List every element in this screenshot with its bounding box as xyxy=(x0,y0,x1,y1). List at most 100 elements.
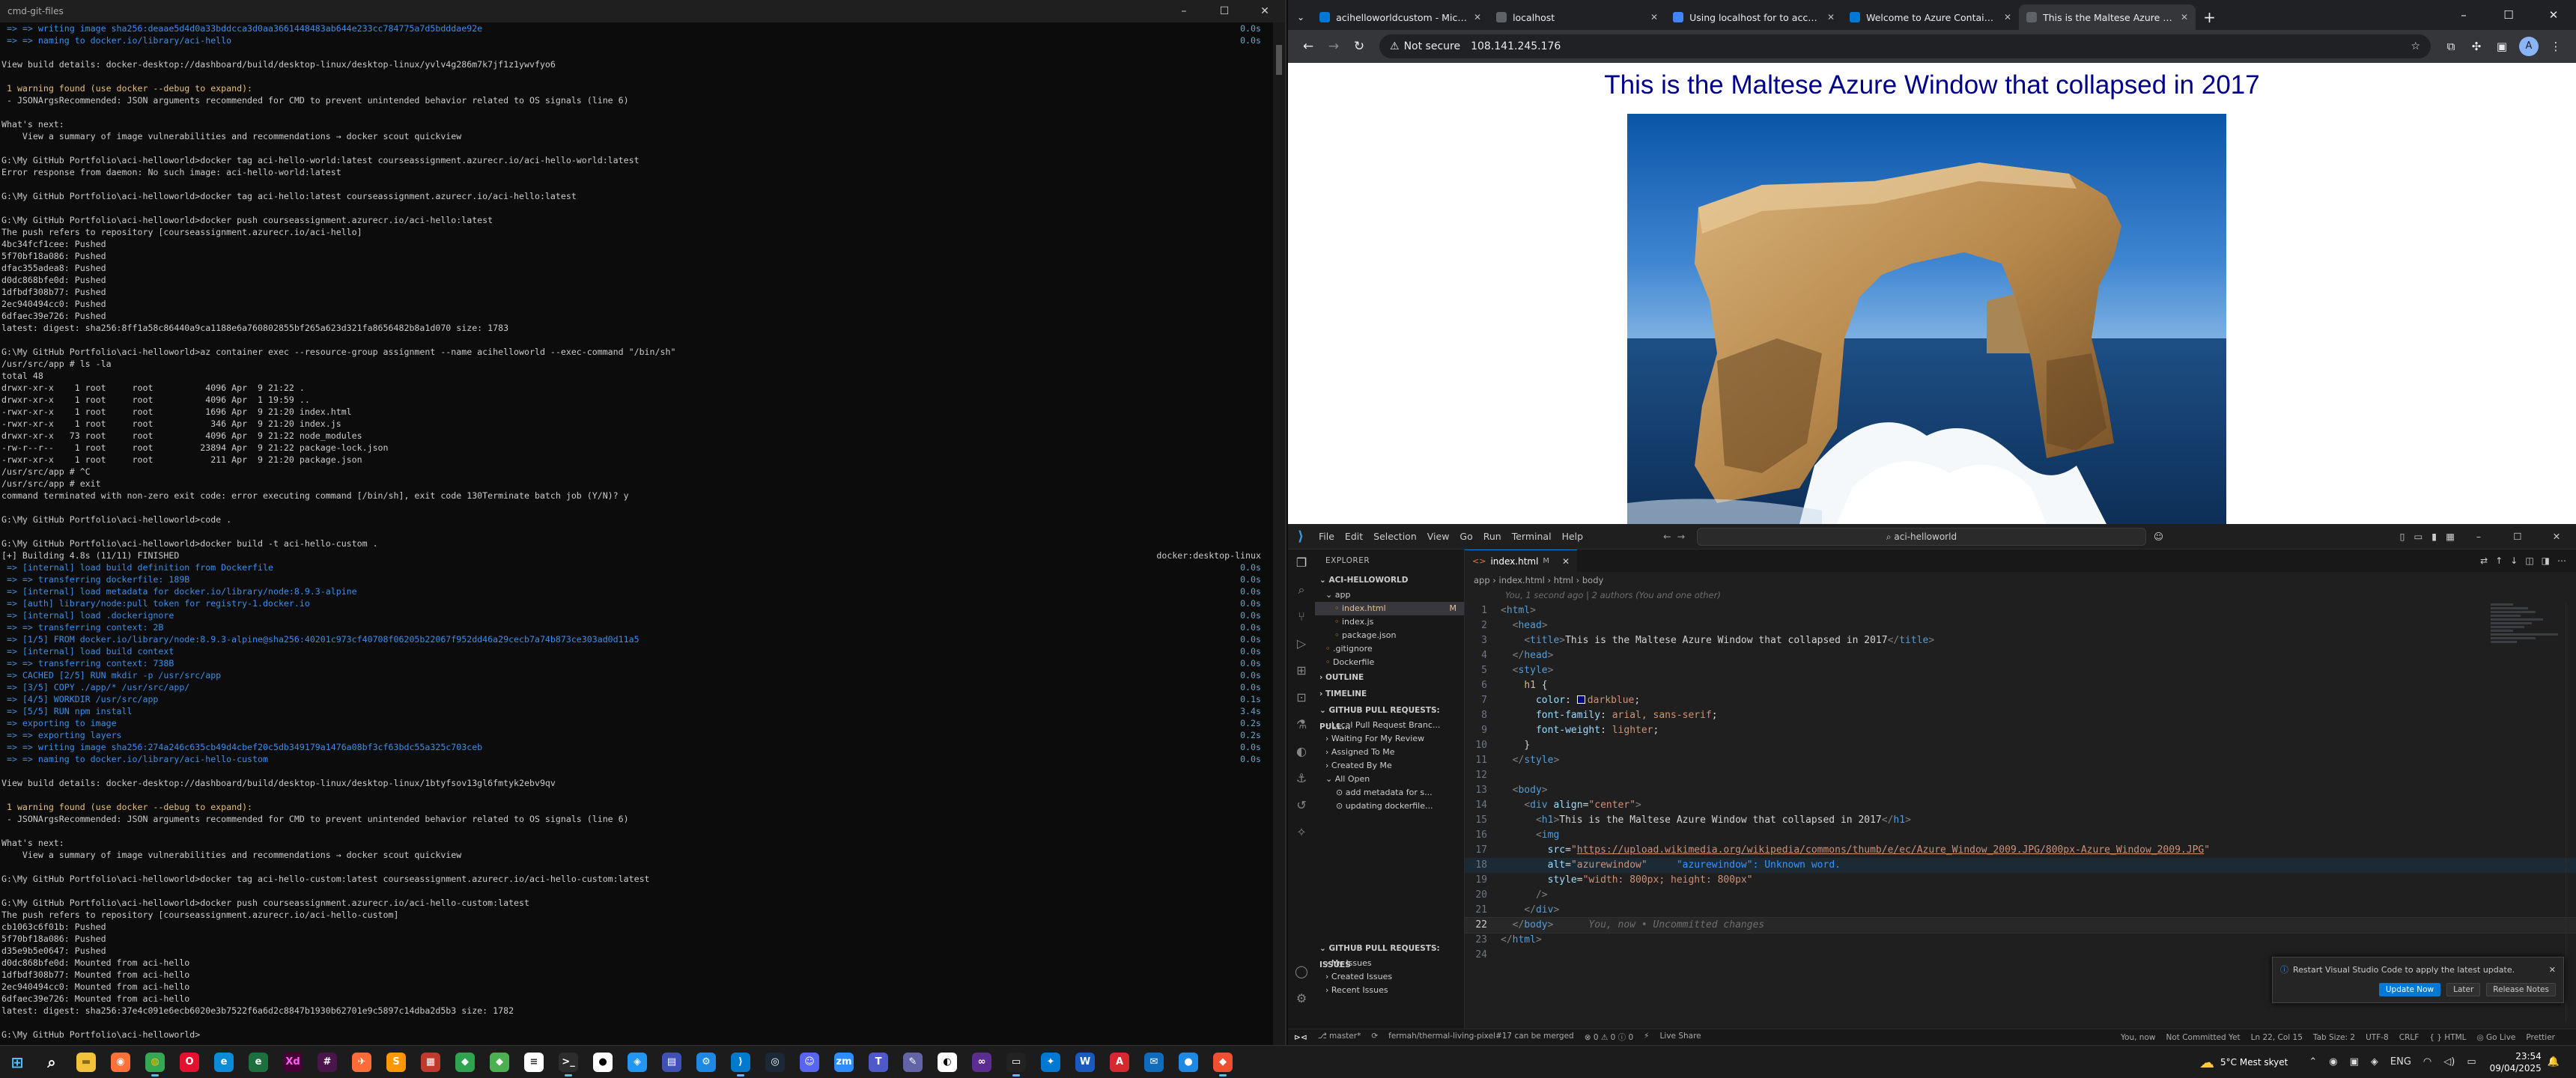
taskbar-photos[interactable]: ◈ xyxy=(620,1047,654,1077)
taskbar-tool-5[interactable]: ● xyxy=(1171,1047,1206,1077)
code-line[interactable]: 9 font-weight: lighter; xyxy=(1465,723,2576,738)
code-line[interactable]: 7 color: darkblue; xyxy=(1465,693,2576,708)
file-tree-item[interactable]: ◦ .gitignore xyxy=(1315,642,1464,656)
code-line[interactable]: 2 <head> xyxy=(1465,618,2576,633)
search-icon[interactable]: ⌕ xyxy=(1288,576,1315,603)
taskbar-xd[interactable]: Xd xyxy=(276,1047,310,1077)
file-tree-item[interactable]: ◦ index.js xyxy=(1315,615,1464,629)
browser-tab[interactable]: Using localhost for to access m ✕ xyxy=(1665,4,1842,30)
status-item[interactable]: You, now xyxy=(2121,1033,2155,1042)
open-changes-icon[interactable]: ◫ xyxy=(2525,555,2533,566)
code-line[interactable]: 16 <img xyxy=(1465,828,2576,843)
taskbar-azure-data[interactable]: ✦ xyxy=(1033,1047,1068,1077)
minimize-icon[interactable]: – xyxy=(2464,531,2494,542)
reload-icon[interactable]: ↻ xyxy=(1346,39,1372,54)
taskbar-notepad[interactable]: ≡ xyxy=(517,1047,551,1077)
status-item[interactable]: Tab Size: 2 xyxy=(2313,1033,2355,1042)
menu-icon[interactable]: ⋮ xyxy=(2543,40,2569,53)
status-item[interactable]: { } HTML xyxy=(2429,1033,2466,1042)
vscode-window[interactable]: ⟩ File Edit Selection View Go Run Terminal Help… xyxy=(1288,524,2576,1045)
release-notes-button[interactable]: Release Notes xyxy=(2486,983,2556,996)
command-center-search[interactable]: ⌕ aci-helloworld xyxy=(1696,527,2146,546)
taskbar-word[interactable]: W xyxy=(1068,1047,1102,1077)
menu-item-edit[interactable]: Edit xyxy=(1345,531,1363,542)
clock[interactable]: 23:54 09/04/2025 xyxy=(2490,1050,2542,1074)
not-secure-label[interactable]: Not secure xyxy=(1404,40,1461,52)
editor-scrollbar[interactable] xyxy=(2566,603,2576,1023)
pr-list-item[interactable]: ⌄ All Open xyxy=(1315,773,1464,786)
code-line[interactable]: 6 h1 { xyxy=(1465,678,2576,693)
taskbar-mail[interactable]: ● xyxy=(586,1047,620,1077)
taskbar-chrome[interactable]: ◍ xyxy=(138,1047,172,1077)
breadcrumb[interactable]: app › index.html › html › body xyxy=(1465,572,2576,588)
sidebar-toggle-icon[interactable]: ▮ xyxy=(2431,531,2437,542)
taskbar-opera[interactable]: O xyxy=(172,1047,207,1077)
chevron-up-icon[interactable]: ⌃ xyxy=(2309,1056,2317,1068)
remote-indicator-icon[interactable]: ⊳⊲ xyxy=(1294,1033,1307,1042)
terminal-titlebar[interactable]: cmd-git-files – ☐ ✕ xyxy=(0,0,1285,22)
close-tab-icon[interactable]: ✕ xyxy=(2181,12,2188,22)
layout-grid-icon[interactable]: ▦ xyxy=(2446,531,2455,542)
status-item[interactable]: Ln 22, Col 15 xyxy=(2251,1033,2303,1042)
code-line[interactable]: 4 </head> xyxy=(1465,648,2576,663)
tray-app-icon[interactable]: ▣ xyxy=(2350,1056,2359,1068)
taskbar-mail-client[interactable]: ✉ xyxy=(1137,1047,1171,1077)
tab-index-html[interactable]: <> index.html M ✕ xyxy=(1465,549,1577,572)
close-icon[interactable]: ✕ xyxy=(2542,531,2572,542)
code-line[interactable]: 12 xyxy=(1465,768,2576,783)
copilot-icon[interactable]: ☺ xyxy=(2154,531,2163,542)
taskbar-cmd[interactable]: ▭ xyxy=(999,1047,1033,1077)
more-actions-icon[interactable]: ⋯ xyxy=(2557,555,2566,566)
wifi-icon[interactable]: ◠ xyxy=(2423,1056,2431,1068)
taskbar-tool-3[interactable]: ⚙ xyxy=(689,1047,723,1077)
taskbar-search[interactable]: ⌕ xyxy=(34,1047,69,1077)
taskbar-discord[interactable]: ☺ xyxy=(792,1047,827,1077)
taskbar-windows-start[interactable]: ⊞ xyxy=(0,1047,34,1077)
compare-icon[interactable]: ⇄ xyxy=(2480,555,2488,566)
github-icon[interactable]: ◐ xyxy=(1288,738,1315,765)
terminal-window[interactable]: cmd-git-files – ☐ ✕ => => writing image … xyxy=(0,0,1287,1045)
pr-list-item[interactable]: › Local Pull Request Branc... xyxy=(1315,719,1464,732)
terminal-output[interactable]: => => writing image sha256:deaae5d4d0a33… xyxy=(1,22,1267,1045)
issues-list-item[interactable]: › Created Issues xyxy=(1315,970,1464,984)
update-now-button[interactable]: Update Now xyxy=(2378,983,2441,996)
project-section[interactable]: ⌄ ACI-HELLOWORLD xyxy=(1315,572,1464,588)
run-debug-icon[interactable]: ▷ xyxy=(1288,630,1315,657)
close-tab-icon[interactable]: ✕ xyxy=(2004,12,2011,22)
timeline-section[interactable]: › TIMELINE xyxy=(1315,686,1464,702)
issues-list-item[interactable]: › My Issues xyxy=(1315,957,1464,970)
tray-app-icon[interactable]: ◈ xyxy=(2371,1056,2378,1068)
issues-list-item[interactable]: › Recent Issues xyxy=(1315,984,1464,997)
testing-icon[interactable]: ⚗ xyxy=(1288,711,1315,738)
file-tree-item[interactable]: ◦ index.html M xyxy=(1315,602,1464,615)
code-line[interactable]: 15 <h1>This is the Maltese Azure Window … xyxy=(1465,813,2576,828)
profile-avatar[interactable]: A xyxy=(2519,37,2539,56)
extensions-icon[interactable]: ⊞ xyxy=(1288,657,1315,684)
taskbar-acrobat[interactable]: A xyxy=(1102,1047,1137,1077)
status-item[interactable]: fermah/thermal-living-pixel#17 can be me… xyxy=(1388,1032,1574,1043)
accounts-icon[interactable]: ◯ xyxy=(1288,958,1315,985)
code-line[interactable]: 17 src="https://upload.wikimedia.org/wik… xyxy=(1465,843,2576,858)
code-line[interactable]: 23 </html> xyxy=(1465,933,2576,948)
menu-item-view[interactable]: View xyxy=(1427,531,1450,542)
pr-list-item[interactable]: › Assigned To Me xyxy=(1315,746,1464,759)
code-line[interactable]: 22 </body> You, now • Uncommitted change… xyxy=(1464,917,2576,934)
copilot-chat-icon[interactable]: ✧ xyxy=(1288,819,1315,846)
status-item[interactable]: CRLF xyxy=(2399,1033,2419,1042)
taskbar-steam[interactable]: ◎ xyxy=(758,1047,792,1077)
taskbar-tool-1[interactable]: ◆ xyxy=(482,1047,517,1077)
taskbar-slack[interactable]: # xyxy=(310,1047,344,1077)
editor-area[interactable]: <> index.html M ✕ ⇄ ↑ ↓ ◫ ◨ ⋯ app › inde… xyxy=(1464,549,2576,1029)
notifications-icon[interactable]: 🔔 xyxy=(2548,1056,2560,1068)
taskbar-tool-4[interactable]: ✎ xyxy=(896,1047,930,1077)
status-item[interactable]: Live Share xyxy=(1660,1032,1701,1043)
status-item[interactable]: ⊗ 0 ⚠ 0 ⓘ 0 xyxy=(1585,1032,1633,1043)
browser-tab[interactable]: Welcome to Azure Container In ✕ xyxy=(1842,4,2019,30)
browser-window[interactable]: ⌄ acihelloworldcustom - Microsof ✕ localho… xyxy=(1288,0,2576,524)
menu-item-help[interactable]: Help xyxy=(1562,531,1584,542)
remote-icon[interactable]: ⊡ xyxy=(1288,684,1315,711)
close-tab-icon[interactable]: ✕ xyxy=(1827,12,1835,22)
scroll-thumb[interactable] xyxy=(1276,45,1282,75)
close-tab-icon[interactable]: ✕ xyxy=(1474,12,1481,22)
taskbar-terminal[interactable]: >_ xyxy=(551,1047,586,1077)
